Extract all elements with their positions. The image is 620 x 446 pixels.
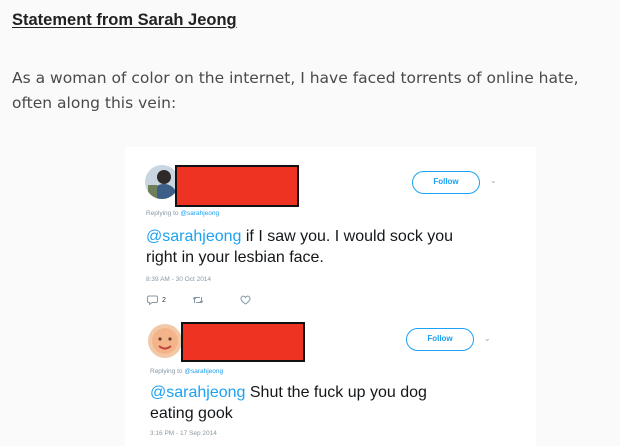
tweet-timestamp[interactable]: 8:39 AM - 30 Oct 2014 — [146, 276, 211, 283]
reply-icon — [147, 295, 158, 305]
tweet-body: Shut the fuck up you dog — [245, 384, 427, 401]
tweet-2: Follow ⌄ Replying to @sarahjeong @sarahj… — [125, 312, 536, 446]
article-page: Statement from Sarah Jeong As a woman of… — [0, 0, 620, 446]
tweet-mention[interactable]: @sarahjeong — [150, 384, 245, 401]
follow-button[interactable]: Follow — [412, 171, 480, 194]
reply-count: 2 — [162, 296, 166, 304]
chevron-down-icon[interactable]: ⌄ — [484, 334, 491, 343]
tweet-mention[interactable]: @sarahjeong — [146, 228, 241, 245]
replying-to: Replying to @sarahjeong — [150, 368, 223, 375]
tweet-body: if I saw you. I would sock you — [241, 228, 454, 245]
article-paragraph: As a woman of color on the internet, I h… — [12, 69, 579, 112]
redacted-username — [175, 165, 299, 207]
redacted-username — [181, 322, 305, 362]
tweet-screenshot-embed: Follow ⌄ Replying to @sarahjeong @sarahj… — [125, 147, 536, 446]
tweet-1: Follow ⌄ Replying to @sarahjeong @sarahj… — [125, 147, 536, 312]
replying-to-handle[interactable]: @sarahjeong — [184, 368, 223, 375]
heart-icon — [240, 295, 251, 305]
tweet-timestamp[interactable]: 3:16 PM - 17 Sep 2014 — [150, 430, 217, 437]
like-action[interactable] — [240, 295, 251, 305]
tweet-body-line2: eating gook — [150, 405, 233, 422]
statement-heading: Statement from Sarah Jeong — [12, 11, 237, 29]
avatar — [145, 165, 179, 199]
tweet-actions: 2 — [147, 295, 251, 305]
tweet-text: @sarahjeong if I saw you. I would sock y… — [146, 226, 526, 268]
retweet-action[interactable] — [192, 295, 204, 305]
replying-to-label: Replying to — [150, 368, 183, 375]
reply-action[interactable]: 2 — [147, 295, 166, 305]
replying-to: Replying to @sarahjeong — [146, 210, 219, 217]
replying-to-handle[interactable]: @sarahjeong — [180, 210, 219, 217]
chevron-down-icon[interactable]: ⌄ — [490, 176, 497, 185]
retweet-icon — [192, 295, 204, 305]
replying-to-label: Replying to — [146, 210, 179, 217]
tweet-text: @sarahjeong Shut the fuck up you dog eat… — [150, 382, 530, 424]
avatar — [148, 324, 182, 358]
follow-button[interactable]: Follow — [406, 328, 474, 351]
tweet-body-line2: right in your lesbian face. — [146, 249, 324, 266]
